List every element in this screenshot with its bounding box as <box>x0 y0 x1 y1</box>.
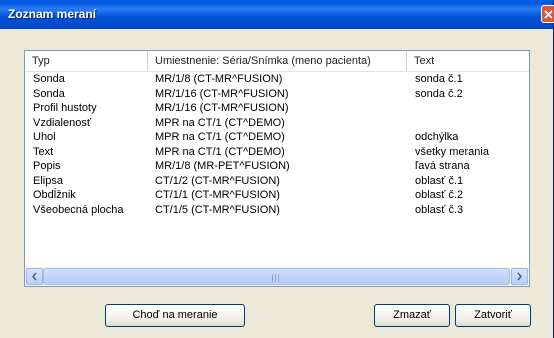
table-row[interactable]: Elipsa CT/1/2 (CT-MR^FUSION) oblasť č.1 <box>25 174 529 189</box>
row-type: Uhol <box>33 131 56 143</box>
row-location: CT/1/2 (CT-MR^FUSION) <box>155 174 280 187</box>
arrow-left-icon <box>31 272 37 281</box>
row-text: ľavá strana <box>415 160 470 172</box>
arrow-right-icon <box>517 272 523 281</box>
table-row[interactable]: Popis MR/1/8 (MR-PET^FUSION) ľavá strana <box>25 159 529 174</box>
scroll-thumb[interactable] <box>43 268 510 285</box>
scroll-grip-icon <box>272 273 282 282</box>
row-location: MR/1/8 (CT-MR^FUSION) <box>155 73 283 85</box>
row-type: Popis <box>33 160 61 172</box>
measurements-list[interactable]: Typ Umiestnenie: Séria/Snímka (meno paci… <box>24 50 530 287</box>
scroll-left-button[interactable] <box>26 268 43 285</box>
row-type: Elipsa <box>33 174 63 187</box>
table-row[interactable]: Sonda MR/1/16 (CT-MR^FUSION) sonda č.2 <box>25 87 529 102</box>
column-header-type[interactable]: Typ <box>25 51 148 71</box>
row-text: sonda č.2 <box>415 87 463 100</box>
row-text: oblasť č.1 <box>415 174 464 187</box>
column-header-location[interactable]: Umiestnenie: Séria/Snímka (meno pacienta… <box>148 51 407 71</box>
table-row[interactable]: Uhol MPR na CT/1 (CT^DEMO) odchýlka <box>25 130 529 145</box>
row-type: Sonda <box>33 73 65 85</box>
go-to-measurement-button[interactable]: Choď na meranie <box>105 304 245 327</box>
table-row[interactable]: Obdĺžnik CT/1/1 (CT-MR^FUSION) oblasť č.2 <box>25 188 529 203</box>
horizontal-scrollbar[interactable] <box>25 267 529 286</box>
list-rows: Sonda MR/1/8 (CT-MR^FUSION) sonda č.1 Sonda… <box>25 72 529 217</box>
close-button[interactable]: Zatvoriť <box>455 304 531 327</box>
table-row[interactable]: Sonda MR/1/8 (CT-MR^FUSION) sonda č.1 <box>25 72 529 87</box>
row-type: Text <box>33 145 54 158</box>
close-icon <box>544 10 553 19</box>
table-row[interactable]: Všeobecná plocha CT/1/5 (CT-MR^FUSION) obl… <box>25 203 529 218</box>
row-type: Obdĺžnik <box>33 189 76 201</box>
row-text: oblasť č.2 <box>415 189 464 201</box>
table-row[interactable]: Vzdialenosť MPR na CT/1 (CT^DEMO) <box>25 116 529 131</box>
row-location: MPR na CT/1 (CT^DEMO) <box>155 131 285 143</box>
list-header: Typ Umiestnenie: Séria/Snímka (meno paci… <box>25 51 529 72</box>
row-location: MR/1/8 (MR-PET^FUSION) <box>155 160 290 172</box>
scroll-right-button[interactable] <box>511 268 528 285</box>
row-type: Vzdialenosť <box>33 116 91 129</box>
row-text: oblasť č.3 <box>415 203 464 216</box>
row-text: všetky merania <box>415 145 489 158</box>
row-type: Sonda <box>33 87 65 100</box>
measurement-list-dialog: Zoznam meraní Typ Umiestnenie: Séria/Sní… <box>0 0 554 338</box>
row-type: Všeobecná plocha <box>33 203 124 216</box>
row-location: CT/1/5 (CT-MR^FUSION) <box>155 203 280 216</box>
row-location: MR/1/16 (CT-MR^FUSION) <box>155 87 289 100</box>
row-location: MR/1/16 (CT-MR^FUSION) <box>155 102 289 114</box>
table-row[interactable]: Profil hustoty MR/1/16 (CT-MR^FUSION) <box>25 101 529 116</box>
window-close-button[interactable] <box>541 5 554 23</box>
column-header-text[interactable]: Text <box>407 51 529 71</box>
window-title: Zoznam meraní <box>8 7 97 21</box>
row-text: odchýlka <box>415 131 459 143</box>
delete-button[interactable]: Zmazať <box>374 304 450 327</box>
row-text: sonda č.1 <box>415 73 463 85</box>
table-row[interactable]: Text MPR na CT/1 (CT^DEMO) všetky merania <box>25 145 529 160</box>
row-location: CT/1/1 (CT-MR^FUSION) <box>155 189 280 201</box>
row-type: Profil hustoty <box>33 102 97 114</box>
row-location: MPR na CT/1 (CT^DEMO) <box>155 145 285 158</box>
title-bar[interactable]: Zoznam meraní <box>0 0 554 29</box>
row-location: MPR na CT/1 (CT^DEMO) <box>155 116 285 129</box>
